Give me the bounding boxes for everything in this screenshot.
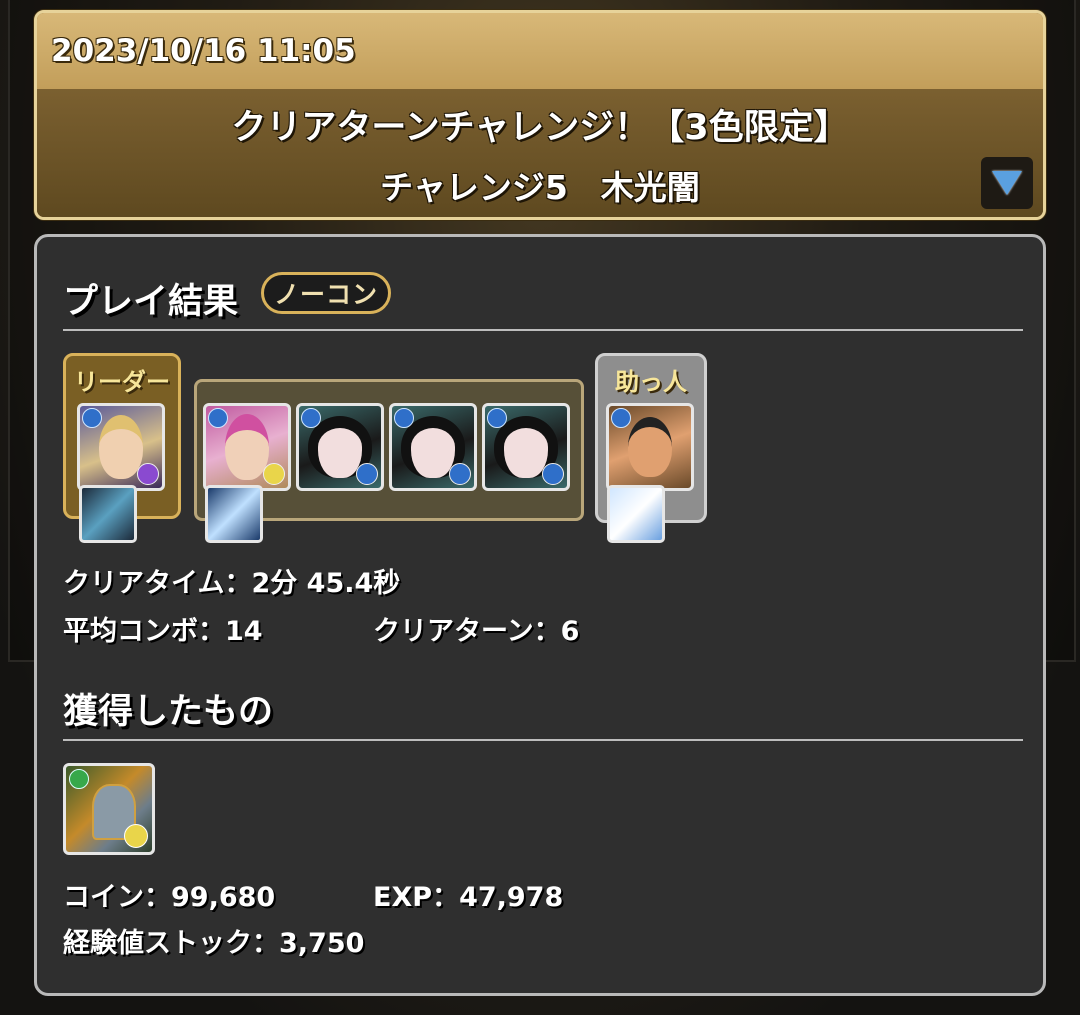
coin-label: コイン： <box>63 882 171 913</box>
dark-attribute-icon <box>137 463 159 485</box>
clear-turn-value: 6 <box>560 616 580 647</box>
water-attribute-icon <box>394 408 414 428</box>
avg-combo-label: 平均コンボ： <box>63 616 225 647</box>
clear-time-label: クリアタイム： <box>63 568 252 599</box>
water-attribute-icon <box>611 408 631 428</box>
helper-label: 助っ人 <box>615 368 687 396</box>
play-results-title: プレイ結果 <box>63 282 239 322</box>
coin-reward: コイン：99,680 <box>63 875 275 914</box>
pink-hair-character-icon <box>225 414 269 480</box>
water-attribute-icon <box>301 408 321 428</box>
timestamp: 2023/10/16 11:05 <box>51 33 356 69</box>
dungeon-title: クリアターンチャレンジ！【3色限定】 <box>231 108 849 148</box>
sub-assist-1[interactable] <box>205 485 263 543</box>
floor-title: チャレンジ5 木光闇 <box>380 168 700 207</box>
no-continue-badge: ノーコン <box>261 272 391 314</box>
water-attribute-icon <box>208 408 228 428</box>
exp-label: EXP： <box>373 882 460 913</box>
dungeon-header: 2023/10/16 11:05 クリアターンチャレンジ！【3色限定】 チャレン… <box>34 10 1046 220</box>
expand-dropdown-button[interactable] <box>981 157 1033 209</box>
light-attribute-icon <box>263 463 285 485</box>
water-attribute-icon <box>82 408 102 428</box>
exp-reward: EXP：47,978 <box>373 875 563 914</box>
exp-value: 47,978 <box>459 882 564 913</box>
water-attribute-icon <box>487 408 507 428</box>
clear-time: クリアタイム：2分 45.4秒 <box>63 561 400 600</box>
triangle-down-icon <box>992 171 1022 195</box>
water-attribute-icon <box>449 463 471 485</box>
leader-assist[interactable] <box>79 485 137 543</box>
light-attribute-icon <box>124 824 148 848</box>
helper-monster[interactable] <box>606 403 694 491</box>
sub-monster-3[interactable] <box>389 403 477 491</box>
dropped-monster[interactable] <box>63 763 155 855</box>
water-attribute-icon <box>356 463 378 485</box>
wood-attribute-icon <box>69 769 89 789</box>
sub-monster-4[interactable] <box>482 403 570 491</box>
blonde-character-icon <box>99 415 143 479</box>
average-combo: 平均コンボ：14 <box>63 609 263 648</box>
results-panel: プレイ結果 ノーコン リーダー 助っ人 クリアタイム：2分 45.4秒 平均コン… <box>34 234 1046 996</box>
coin-value: 99,680 <box>171 882 276 913</box>
sub-monster-2[interactable] <box>296 403 384 491</box>
clear-turn-label: クリアターン： <box>373 616 561 647</box>
rewards-title: 獲得したもの <box>63 692 274 732</box>
helper-assist[interactable] <box>607 485 665 543</box>
sub-monster-1[interactable] <box>203 403 291 491</box>
exp-stock-label: 経験値ストック： <box>63 928 279 959</box>
divider <box>63 329 1023 331</box>
divider <box>63 739 1023 741</box>
exp-stock-value: 3,750 <box>279 928 365 959</box>
water-attribute-icon <box>542 463 564 485</box>
leader-monster[interactable] <box>77 403 165 491</box>
clear-turn: クリアターン：6 <box>373 609 579 648</box>
exp-stock: 経験値ストック：3,750 <box>63 921 364 960</box>
avg-combo-value: 14 <box>225 616 263 647</box>
leader-label: リーダー <box>74 368 170 396</box>
fighter-character-icon <box>628 417 672 477</box>
clear-time-value: 2分 45.4秒 <box>251 568 401 599</box>
